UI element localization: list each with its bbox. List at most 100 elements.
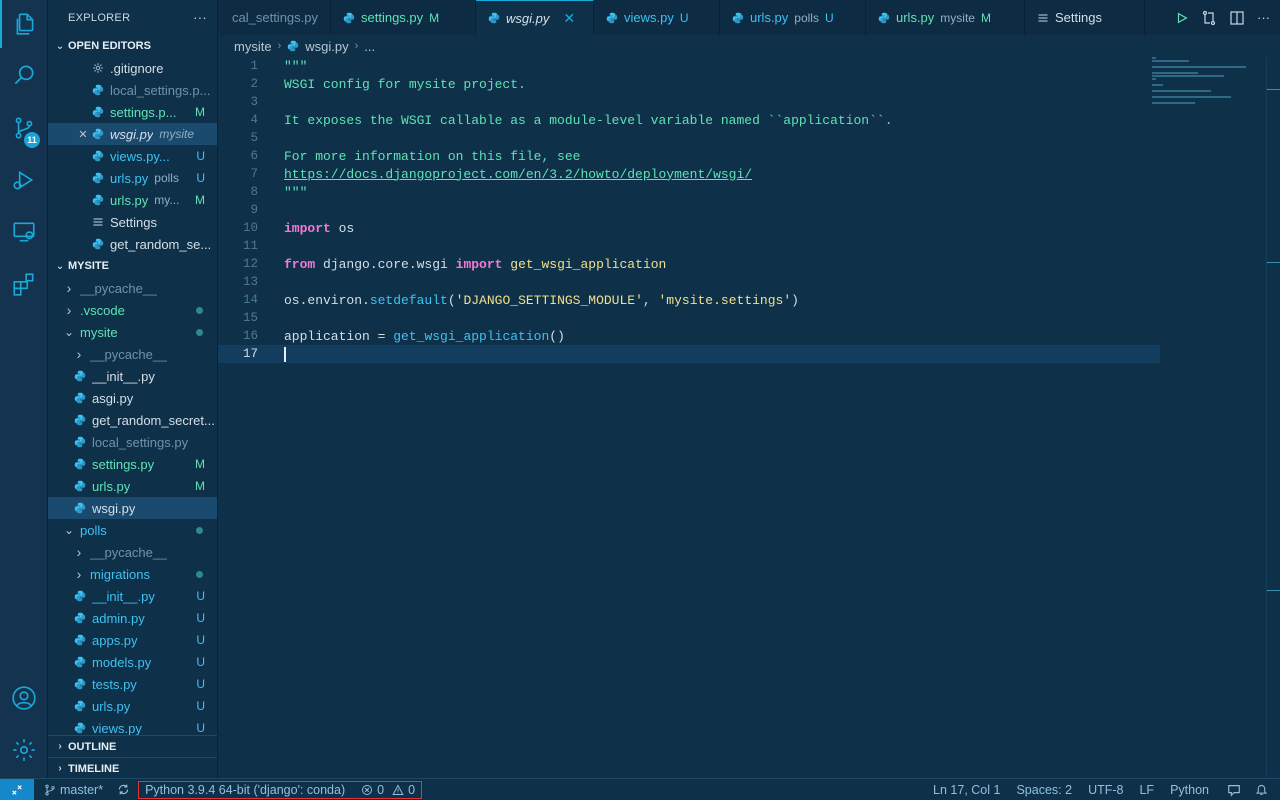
file-item[interactable]: wsgi.py [48,497,217,519]
tab-description: mysite [940,10,975,25]
editor-actions: ··· [1175,0,1280,35]
file-item[interactable]: admin.py U [48,607,217,629]
python-file-icon [72,414,88,426]
open-editor-item[interactable]: .gitignore [48,57,217,79]
code-line: 15 [218,309,1280,327]
line-number: 4 [250,113,258,127]
editor-tab[interactable]: views.py U [594,0,720,35]
folder-item[interactable]: › __pycache__ [48,277,217,299]
breadcrumb-file[interactable]: wsgi.py [305,39,348,54]
file-name: __init__.py [92,588,155,604]
cursor-position[interactable]: Ln 17, Col 1 [925,783,1008,797]
more-actions-icon[interactable]: ··· [193,10,207,25]
open-editor-item[interactable]: ✕ wsgi.py mysite [48,123,217,145]
folder-item[interactable]: › __pycache__ [48,343,217,365]
close-icon[interactable]: ✕ [563,10,575,27]
warning-icon[interactable] [392,783,404,796]
outline-header[interactable]: › OUTLINE [48,735,217,757]
chevron-right-icon: › [58,763,62,774]
editor-tab[interactable]: Settings [1025,0,1145,35]
open-editor-name: urls.py [110,170,149,186]
settings-gear-icon[interactable] [0,726,48,774]
file-item[interactable]: models.py U [48,651,217,673]
notifications-bell-icon[interactable] [1251,783,1280,796]
remote-explorer-icon[interactable] [0,208,48,256]
code-token: os.environ. [284,292,370,308]
folder-item[interactable]: › migrations [48,563,217,585]
chevron-down-icon: ⌄ [63,325,75,339]
source-control-icon[interactable]: 11 [0,104,48,152]
project-header[interactable]: ⌄ MYSITE [48,255,217,277]
file-item[interactable]: __init__.py [48,365,217,387]
open-editor-item[interactable]: local_settings.p... [48,79,217,101]
file-item[interactable]: get_random_secret... [48,409,217,431]
open-editor-item[interactable]: get_random_se... [48,233,217,255]
open-editor-item[interactable]: Settings [48,211,217,233]
file-item[interactable]: local_settings.py [48,431,217,453]
file-item[interactable]: tests.py U [48,673,217,695]
git-status-badge: M [980,10,991,25]
open-editors-header[interactable]: ⌄ OPEN EDITORS [48,35,217,57]
tab-wsgi-active[interactable]: wsgi.py ✕ [476,0,594,35]
branch-status[interactable]: master* [34,783,109,797]
extensions-icon[interactable] [0,260,48,308]
editor-tab[interactable]: cal_settings.py [218,0,331,35]
open-editor-item[interactable]: views.py... U [48,145,217,167]
language-mode[interactable]: Python [1162,783,1217,797]
python-interpreter[interactable]: Python 3.9.4 64-bit ('django': conda) [145,783,345,797]
feedback-icon[interactable] [1217,783,1251,797]
file-item[interactable]: apps.py U [48,629,217,651]
code-editor[interactable]: 1 """ 2 WSGI config for mysite project. 3 4 It… [218,57,1280,778]
line-number: 13 [242,275,258,289]
close-icon[interactable]: ✕ [76,128,90,141]
file-item[interactable]: asgi.py [48,387,217,409]
folder-item[interactable]: ⌄ polls [48,519,217,541]
python-file-icon [72,590,88,602]
file-name: tests.py [92,676,137,692]
explorer-sidebar: EXPLORER ··· ⌄ OPEN EDITORS .gitignore lo… [48,0,218,778]
open-editor-item[interactable]: settings.p... M [48,101,217,123]
chevron-right-icon: › [354,40,359,52]
end-of-line[interactable]: LF [1131,783,1162,797]
breadcrumb-symbol[interactable]: ... [364,39,375,54]
run-icon[interactable] [1175,11,1189,25]
folder-item[interactable]: › __pycache__ [48,541,217,563]
split-editor-icon[interactable] [1229,10,1245,26]
indentation[interactable]: Spaces: 2 [1008,783,1080,797]
file-item[interactable]: settings.py M [48,453,217,475]
code-token: setdefault [369,292,448,308]
sync-icon[interactable] [109,783,138,796]
folder-item[interactable]: ⌄ mysite [48,321,217,343]
file-name: asgi.py [92,390,134,406]
more-actions-icon[interactable]: ··· [1257,10,1270,25]
remote-indicator-icon[interactable] [0,778,34,800]
timeline-header[interactable]: › TIMELINE [48,757,217,778]
file-item[interactable]: urls.py M [48,475,217,497]
line-number: 10 [242,221,258,235]
python-file-icon [72,656,88,668]
editor-tab[interactable]: urls.py mysite M [866,0,1025,35]
editor-tab[interactable]: urls.py polls U [720,0,866,35]
editor-tab[interactable]: settings.py M [331,0,476,35]
open-editor-item[interactable]: urls.py my... M [48,189,217,211]
code-token: 'DJANGO_SETTINGS_MODULE' [455,292,643,308]
python-file-icon [90,106,106,118]
search-icon[interactable] [0,51,48,99]
breadcrumb-folder[interactable]: mysite [234,39,272,54]
open-editor-item[interactable]: urls.py polls U [48,167,217,189]
text-cursor [284,347,286,362]
encoding[interactable]: UTF-8 [1080,783,1131,797]
settings-list-icon [90,216,106,228]
error-icon[interactable] [361,784,373,796]
account-icon[interactable] [0,674,48,722]
python-file-icon [72,678,88,690]
file-item[interactable]: urls.py U [48,695,217,717]
code-line: 1 """ [218,57,1280,75]
compare-changes-icon[interactable] [1201,10,1217,26]
file-name: views.py [92,720,142,736]
folder-item[interactable]: › .vscode [48,299,217,321]
explorer-icon[interactable] [0,0,48,48]
file-item[interactable]: __init__.py U [48,585,217,607]
run-debug-icon[interactable] [0,156,48,204]
git-status-badge: U [196,677,205,691]
